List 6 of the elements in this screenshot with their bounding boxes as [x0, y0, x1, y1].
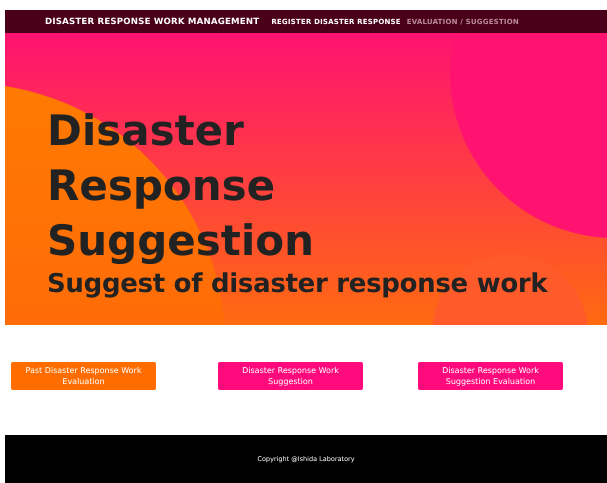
hero-title: Disaster Response Suggestion	[47, 105, 315, 267]
hero-subtitle: Suggest of disaster response work	[47, 268, 549, 300]
brand-title: DISASTER RESPONSE WORK MANAGEMENT	[45, 16, 260, 26]
action-button[interactable]: Disaster Response Work Suggestion Evaluation	[418, 362, 563, 390]
action-button[interactable]: Past Disaster Response Work Evaluation	[11, 362, 156, 390]
action-button[interactable]: Disaster Response Work Suggestion	[218, 362, 363, 390]
